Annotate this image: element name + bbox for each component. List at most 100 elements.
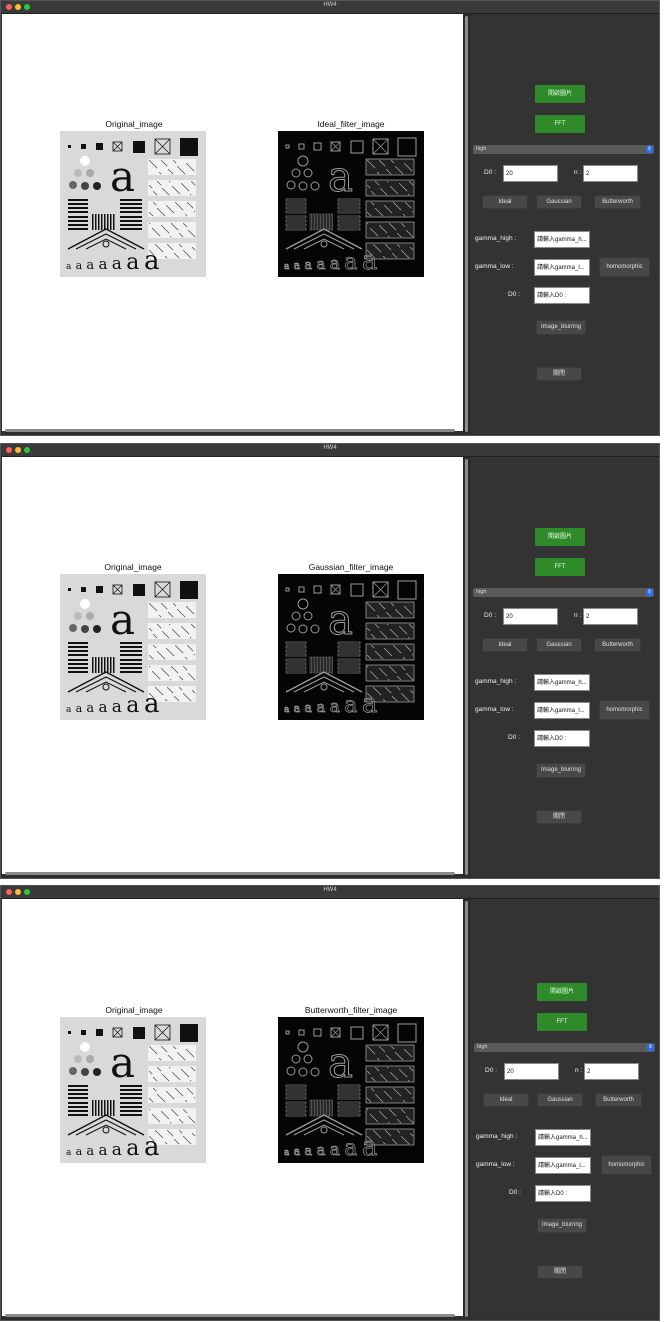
scroll-thumb[interactable] bbox=[465, 16, 468, 432]
title-bar: HW4 bbox=[1, 1, 659, 14]
d0-input[interactable]: 20 bbox=[504, 1063, 559, 1080]
gamma-high-input[interactable]: 請輸入gamma_h... bbox=[534, 231, 590, 248]
svg-text:a: a bbox=[126, 250, 139, 275]
filter-type-select[interactable]: high ⇕ bbox=[473, 588, 654, 597]
svg-text:a: a bbox=[304, 1144, 312, 1159]
title-bar: HW4 bbox=[1, 886, 659, 899]
control-panel: 開啟圖片 FFT high ⇕ D0 : 20 n : 2 Ideal Gaus… bbox=[470, 899, 659, 1319]
svg-text:a: a bbox=[284, 1148, 290, 1158]
gamma-low-input[interactable]: 請輸入gamma_l... bbox=[535, 1157, 591, 1174]
svg-text:a: a bbox=[86, 1144, 94, 1159]
window-title: HW4 bbox=[323, 2, 337, 8]
gamma-high-label: gamma_high : bbox=[475, 235, 517, 242]
svg-text:a: a bbox=[66, 705, 72, 715]
image-blurring-button[interactable]: Image_blurring bbox=[537, 1218, 587, 1233]
fft-button[interactable]: FFT bbox=[535, 558, 585, 576]
d0-input[interactable]: 20 bbox=[503, 608, 558, 625]
svg-text:a: a bbox=[284, 705, 290, 715]
fft-button[interactable]: FFT bbox=[535, 115, 585, 133]
open-image-button[interactable]: 開啟圖片 bbox=[535, 528, 585, 546]
scroll-thumb[interactable] bbox=[465, 459, 468, 875]
gamma-high-input[interactable]: 請輸入gamma_h... bbox=[535, 1129, 591, 1146]
filter-type-value: high bbox=[476, 146, 487, 152]
ideal-button[interactable]: Ideal bbox=[482, 195, 528, 209]
chevron-updown-icon: ⇕ bbox=[646, 146, 653, 153]
close-app-button[interactable]: 關閉 bbox=[536, 810, 582, 824]
svg-text:a: a bbox=[126, 1136, 139, 1161]
homomorphic-button[interactable]: homomorphic bbox=[601, 1155, 652, 1175]
svg-text:a: a bbox=[294, 702, 301, 715]
gamma-high-label: gamma_high : bbox=[476, 1133, 518, 1140]
original-image: aaaaaaaa bbox=[60, 1017, 206, 1163]
svg-text:a: a bbox=[330, 254, 340, 274]
horizontal-scrollbar[interactable] bbox=[5, 872, 455, 875]
close-app-button[interactable]: 關閉 bbox=[537, 1265, 583, 1279]
svg-text:a: a bbox=[76, 259, 83, 272]
image-blurring-button[interactable]: Image_blurring bbox=[536, 763, 586, 778]
horizontal-scrollbar[interactable] bbox=[5, 1314, 455, 1317]
svg-text:a: a bbox=[98, 1141, 107, 1159]
plot-title-original: Original_image bbox=[105, 119, 163, 129]
open-image-button[interactable]: 開啟圖片 bbox=[535, 85, 585, 103]
ideal-button[interactable]: Ideal bbox=[483, 1093, 529, 1107]
svg-text:a: a bbox=[112, 254, 122, 274]
d0-blur-label: D0 : bbox=[508, 291, 520, 298]
n-input[interactable]: 2 bbox=[584, 1063, 639, 1080]
d0-input[interactable]: 20 bbox=[503, 165, 558, 182]
vertical-scrollbar[interactable] bbox=[463, 899, 470, 1319]
n-input[interactable]: 2 bbox=[583, 608, 638, 625]
ideal-button[interactable]: Ideal bbox=[482, 638, 528, 652]
d0-blur-input[interactable]: 請輸入D0 : bbox=[534, 287, 590, 304]
gaussian-button[interactable]: Gaussian bbox=[537, 1093, 583, 1107]
control-panel: 開啟圖片 FFT high ⇕ D0 : 20 n : 2 Ideal Gaus… bbox=[470, 457, 659, 877]
d0-blur-input[interactable]: 請輸入D0 : bbox=[535, 1185, 591, 1202]
gamma-high-input[interactable]: 請輸入gamma_h... bbox=[534, 674, 590, 691]
gamma-low-label: gamma_low : bbox=[476, 1161, 515, 1168]
svg-text:a: a bbox=[98, 255, 107, 273]
svg-text:a: a bbox=[66, 262, 72, 272]
homomorphic-button[interactable]: homomorphic bbox=[599, 257, 650, 277]
butterworth-button[interactable]: Butterworth bbox=[594, 195, 641, 209]
filtered-image: aaaaaaaa bbox=[278, 1017, 424, 1163]
svg-text:a: a bbox=[294, 259, 301, 272]
gamma-low-input[interactable]: 請輸入gamma_l... bbox=[534, 259, 590, 276]
filter-type-select[interactable]: high ⇕ bbox=[474, 1043, 655, 1052]
n-input[interactable]: 2 bbox=[583, 165, 638, 182]
svg-text:a: a bbox=[284, 262, 290, 272]
butterworth-button[interactable]: Butterworth bbox=[595, 1093, 642, 1107]
app-window-3: HW4 Original_image aaaaaaaa Butterworth_… bbox=[0, 885, 660, 1321]
app-window-1: HW4 Original_image aaaaaaaa Ideal_filter… bbox=[0, 0, 660, 436]
svg-text:a: a bbox=[112, 697, 122, 717]
filter-type-select[interactable]: high ⇕ bbox=[473, 145, 654, 154]
svg-text:a: a bbox=[110, 152, 135, 201]
vertical-scrollbar[interactable] bbox=[463, 14, 470, 434]
butterworth-button[interactable]: Butterworth bbox=[594, 638, 641, 652]
original-image: aaaaaaaa bbox=[60, 574, 206, 720]
close-app-button[interactable]: 關閉 bbox=[536, 367, 582, 381]
image-blurring-button[interactable]: Image_blurring bbox=[536, 320, 586, 335]
svg-text:a: a bbox=[110, 1038, 135, 1087]
plot-area: Original_image aaaaaaaa Ideal_filter_ima… bbox=[2, 14, 463, 431]
plot-title-original: Original_image bbox=[105, 1005, 163, 1015]
gaussian-button[interactable]: Gaussian bbox=[536, 195, 582, 209]
plot-title-filtered: Gaussian_filter_image bbox=[308, 562, 394, 572]
d0-blur-input[interactable]: 請輸入D0 : bbox=[534, 730, 590, 747]
vertical-scrollbar[interactable] bbox=[463, 457, 470, 877]
n-label: n : bbox=[574, 169, 582, 176]
svg-text:a: a bbox=[328, 152, 353, 201]
svg-text:a: a bbox=[328, 595, 353, 644]
horizontal-scrollbar[interactable] bbox=[5, 429, 455, 432]
plot-title-filtered: Ideal_filter_image bbox=[317, 119, 385, 129]
svg-text:a: a bbox=[294, 1145, 301, 1158]
scroll-thumb[interactable] bbox=[465, 901, 468, 1317]
fft-button[interactable]: FFT bbox=[537, 1013, 587, 1031]
svg-text:a: a bbox=[362, 246, 378, 276]
open-image-button[interactable]: 開啟圖片 bbox=[537, 983, 587, 1001]
chevron-updown-icon: ⇕ bbox=[647, 1044, 654, 1051]
svg-text:a: a bbox=[110, 595, 135, 644]
svg-text:a: a bbox=[98, 698, 107, 716]
gamma-low-input[interactable]: 請輸入gamma_l... bbox=[534, 702, 590, 719]
homomorphic-button[interactable]: homomorphic bbox=[599, 700, 650, 720]
d0-blur-label: D0 : bbox=[508, 734, 520, 741]
gaussian-button[interactable]: Gaussian bbox=[536, 638, 582, 652]
